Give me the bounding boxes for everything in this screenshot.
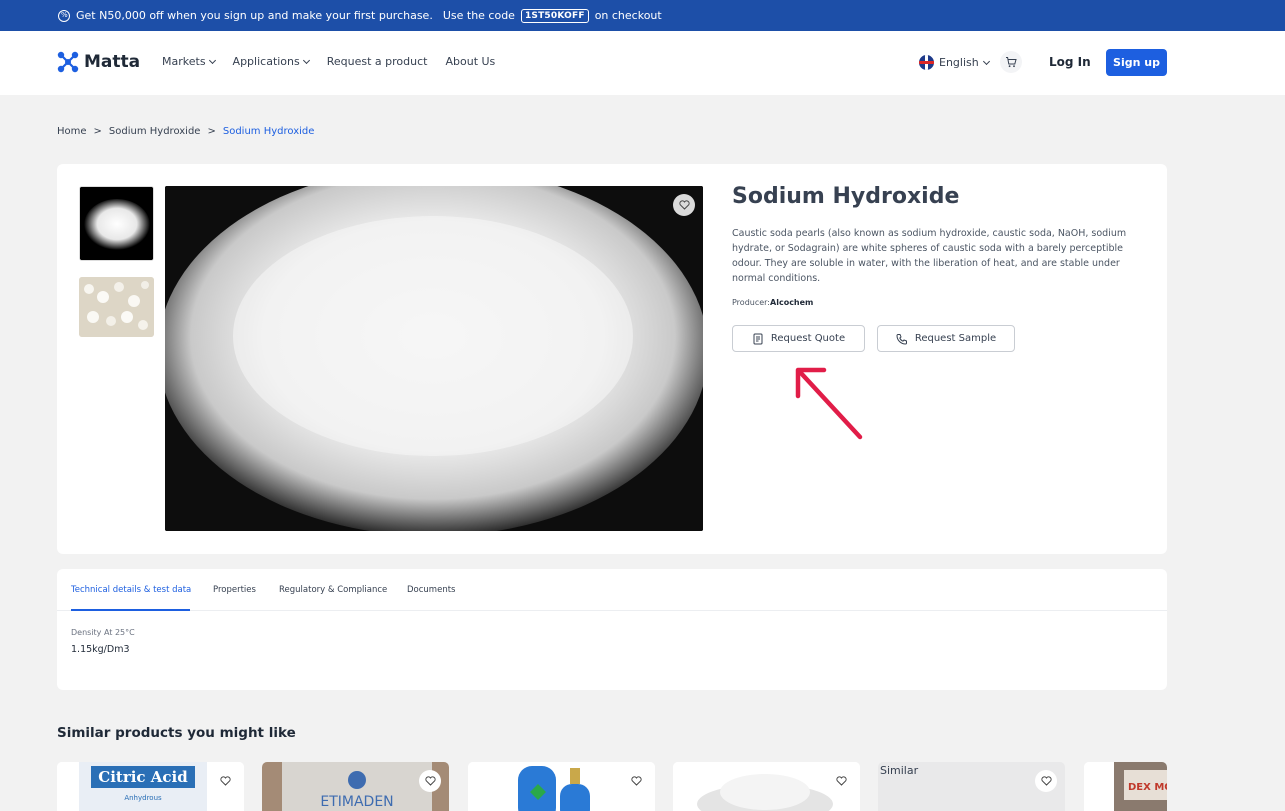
breadcrumb-current: Sodium Hydroxide xyxy=(222,126,315,137)
chevron-down-icon xyxy=(982,57,990,65)
cart-icon xyxy=(1006,57,1017,68)
dextrose-bag-image: DEX MONO xyxy=(1084,762,1167,811)
main-nav: Markets Applications Request a product A… xyxy=(162,55,495,68)
broken-image-alt-text: Similar xyxy=(880,764,919,777)
request-sample-label: Request Sample xyxy=(914,333,997,344)
login-link[interactable]: Log In xyxy=(1049,55,1091,69)
language-label: English xyxy=(939,56,979,69)
similar-product-label: DEX MONO xyxy=(1128,782,1167,793)
similar-product-card[interactable]: ETIMADEN xyxy=(262,762,449,811)
heart-icon xyxy=(630,776,642,786)
similar-product-label: Citric Acid xyxy=(98,768,188,786)
heart-icon xyxy=(219,776,231,786)
product-title: Sodium Hydroxide xyxy=(732,184,960,209)
similar-product-card[interactable]: Similar xyxy=(878,762,1065,811)
chevron-down-icon xyxy=(208,56,216,64)
annotation-arrow-icon xyxy=(795,367,863,440)
favorite-button[interactable] xyxy=(673,194,695,216)
nav-request-product[interactable]: Request a product xyxy=(327,55,428,68)
chevron-down-icon xyxy=(302,56,310,64)
product-main-image xyxy=(165,186,703,531)
similar-product-card[interactable]: DEX MONO xyxy=(1084,762,1167,811)
promo-code-suffix: on checkout xyxy=(594,9,662,22)
request-quote-button[interactable]: Request Quote xyxy=(732,325,865,352)
product-card: Sodium Hydroxide Caustic soda pearls (al… xyxy=(57,164,1167,554)
tab-regulatory[interactable]: Regulatory & Compliance xyxy=(279,585,387,595)
promo-text: Get N50,000 off when you sign up and mak… xyxy=(76,9,433,22)
promo-code-prefix: Use the code xyxy=(442,9,515,22)
request-sample-button[interactable]: Request Sample xyxy=(877,325,1015,352)
breadcrumb: Home > Sodium Hydroxide > Sodium Hydroxi… xyxy=(57,126,314,137)
similar-product-label: ETIMADEN xyxy=(320,794,393,810)
cart-button[interactable] xyxy=(1000,51,1022,73)
discount-badge-icon xyxy=(58,9,70,22)
nav-markets[interactable]: Markets xyxy=(162,55,216,68)
uk-flag-icon xyxy=(919,55,934,70)
favorite-button[interactable] xyxy=(214,770,236,792)
producer-info: Producer:Alcochem xyxy=(732,298,813,307)
heart-icon xyxy=(835,776,847,786)
details-tabs: Technical details & test data Properties… xyxy=(57,569,1167,611)
favorite-button[interactable] xyxy=(830,770,852,792)
promo-banner: Get N50,000 off when you sign up and mak… xyxy=(0,0,1285,31)
powder-image xyxy=(80,187,153,260)
favorite-button[interactable] xyxy=(419,770,441,792)
matta-logo[interactable]: Matta xyxy=(57,51,140,73)
phone-icon xyxy=(896,333,907,345)
product-description: Caustic soda pearls (also known as sodiu… xyxy=(732,228,1127,284)
nav-about-us[interactable]: About Us xyxy=(445,55,495,68)
heart-icon xyxy=(424,776,436,786)
document-icon xyxy=(753,333,763,344)
site-header: Matta Markets Applications Request a pro… xyxy=(0,31,1285,95)
spec-label: Density At 25°C xyxy=(71,628,135,637)
signup-button[interactable]: Sign up xyxy=(1106,49,1167,76)
details-card: Technical details & test data Properties… xyxy=(57,569,1167,690)
nav-markets-label: Markets xyxy=(162,55,206,68)
request-quote-label: Request Quote xyxy=(770,333,846,344)
product-thumbnail-2[interactable] xyxy=(79,277,154,337)
powder-image xyxy=(165,186,703,531)
nav-applications-label: Applications xyxy=(232,55,300,68)
heart-icon xyxy=(678,200,690,210)
tab-technical-details[interactable]: Technical details & test data xyxy=(71,585,191,595)
similar-products-title: Similar products you might like xyxy=(57,725,296,741)
producer-name[interactable]: Alcochem xyxy=(770,298,813,307)
producer-label: Producer: xyxy=(732,298,771,307)
nav-applications[interactable]: Applications xyxy=(232,55,310,68)
spec-value: 1.15kg/Dm3 xyxy=(71,644,130,655)
similar-product-card[interactable]: Citric Acid Anhydrous xyxy=(57,762,244,811)
breadcrumb-separator: > xyxy=(207,126,216,137)
similar-product-card[interactable] xyxy=(468,762,655,811)
promo-code: 1ST50KOFF xyxy=(520,8,589,23)
product-thumbnail-1[interactable] xyxy=(79,186,154,261)
breadcrumb-separator: > xyxy=(93,126,102,137)
active-tab-indicator xyxy=(71,609,190,611)
pellets-image xyxy=(79,277,154,337)
favorite-button[interactable] xyxy=(1035,770,1057,792)
language-selector[interactable]: English xyxy=(919,55,990,70)
logo-text: Matta xyxy=(84,52,141,72)
tab-properties[interactable]: Properties xyxy=(213,585,256,595)
similar-product-sub: Anhydrous xyxy=(124,794,162,802)
heart-icon xyxy=(1040,776,1052,786)
tab-documents[interactable]: Documents xyxy=(407,585,455,595)
breadcrumb-home[interactable]: Home xyxy=(57,126,87,137)
breadcrumb-category[interactable]: Sodium Hydroxide xyxy=(109,126,201,137)
matta-logo-icon xyxy=(57,51,79,73)
similar-product-card[interactable] xyxy=(673,762,860,811)
favorite-button[interactable] xyxy=(625,770,647,792)
